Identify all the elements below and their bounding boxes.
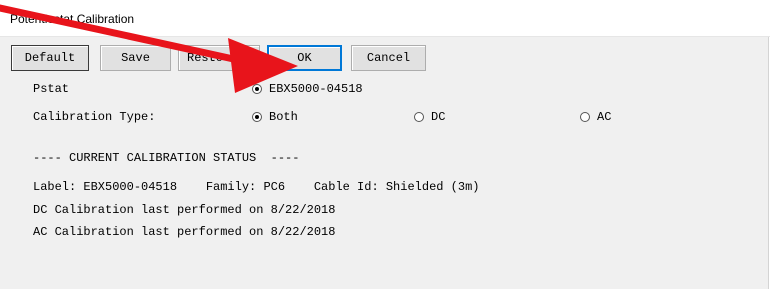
default-button[interactable]: Default: [11, 45, 89, 71]
ok-button[interactable]: OK: [267, 45, 342, 71]
status-header: ---- CURRENT CALIBRATION STATUS ----: [33, 151, 300, 165]
radio-both[interactable]: Both: [252, 110, 298, 124]
restore-button[interactable]: Resto: [178, 45, 260, 71]
radio-dc[interactable]: DC: [414, 110, 445, 124]
pstat-radio[interactable]: EBX5000-04518: [252, 82, 363, 96]
radio-selected-icon: [252, 84, 262, 94]
calibration-type-label: Calibration Type:: [33, 110, 156, 124]
radio-unselected-icon: [414, 112, 424, 122]
cancel-button[interactable]: Cancel: [351, 45, 426, 71]
dialog-client-area: Default Save Resto OK Cancel Pstat EBX50…: [0, 37, 769, 289]
radio-selected-icon: [252, 112, 262, 122]
window-title: Potentiostat Calibration: [10, 12, 135, 26]
status-dc-line: DC Calibration last performed on 8/22/20…: [33, 203, 336, 217]
calibration-window: Potentiostat Calibration Default Save Re…: [0, 0, 770, 289]
status-label-line: Label: EBX5000-04518 Family: PC6 Cable I…: [33, 180, 480, 194]
radio-unselected-icon: [580, 112, 590, 122]
radio-dc-label: DC: [431, 110, 446, 124]
pstat-value: EBX5000-04518: [269, 82, 363, 96]
status-ac-line: AC Calibration last performed on 8/22/20…: [33, 225, 336, 239]
radio-both-label: Both: [269, 110, 298, 124]
pstat-label: Pstat: [33, 82, 70, 96]
radio-ac-label: AC: [597, 110, 612, 124]
title-bar: Potentiostat Calibration: [0, 0, 770, 37]
radio-ac[interactable]: AC: [580, 110, 611, 124]
save-button[interactable]: Save: [100, 45, 171, 71]
